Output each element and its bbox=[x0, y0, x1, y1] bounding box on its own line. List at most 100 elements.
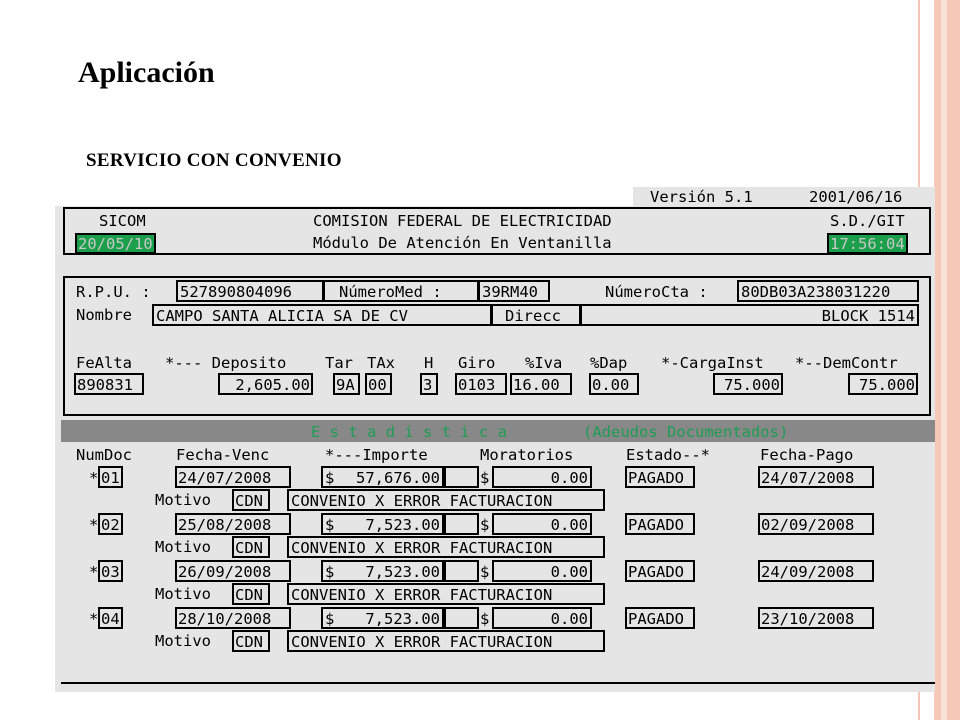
num-doc-field[interactable]: 03 bbox=[98, 560, 123, 582]
motivo-label: Motivo bbox=[155, 632, 211, 650]
motivo-code-field[interactable]: CDN bbox=[232, 489, 270, 511]
num-med-label: NúmeroMed : bbox=[323, 280, 479, 302]
estado-field[interactable]: PAGADO bbox=[625, 607, 695, 629]
currency-symbol: $ bbox=[325, 516, 335, 534]
col-estado: Estado--* bbox=[626, 446, 710, 464]
header-iva: %Iva bbox=[525, 354, 563, 372]
fecha-pago-field[interactable]: 23/10/2008 bbox=[758, 607, 874, 629]
importe-field[interactable]: 7,523.00 bbox=[321, 513, 444, 535]
deposito-field[interactable]: 2,605.00 bbox=[218, 373, 313, 395]
currency-symbol: $ bbox=[480, 563, 490, 581]
num-cta-field[interactable]: 80DB03A238031220 bbox=[737, 280, 919, 302]
header-fealta: FeAlta bbox=[76, 354, 132, 372]
col-fecha-pago: Fecha-Pago bbox=[760, 446, 854, 464]
currency-symbol: $ bbox=[480, 610, 490, 628]
importe-suffix-field[interactable] bbox=[444, 466, 479, 488]
num-doc-field[interactable]: 04 bbox=[98, 607, 123, 629]
dem-field[interactable]: 75.000 bbox=[848, 373, 918, 395]
rpu-field[interactable]: 527890804096 bbox=[176, 280, 324, 302]
fecha-venc-field[interactable]: 28/10/2008 bbox=[175, 607, 291, 629]
statistics-subtitle: (Adeudos Documentados) bbox=[583, 423, 789, 441]
header-tar: Tar bbox=[325, 354, 353, 372]
system-name: SICOM bbox=[99, 212, 146, 230]
fecha-pago-field[interactable]: 02/09/2008 bbox=[758, 513, 874, 535]
version-date: 2001/06/16 bbox=[809, 188, 903, 206]
statistics-title: E s t a d i s t i c a bbox=[311, 423, 507, 441]
currency-symbol: $ bbox=[480, 516, 490, 534]
num-med-field[interactable]: 39RM40 bbox=[478, 280, 550, 302]
importe-suffix-field[interactable] bbox=[444, 607, 479, 629]
header-dap: %Dap bbox=[590, 354, 628, 372]
rpu-label: R.P.U. : bbox=[76, 283, 151, 301]
row-star: * bbox=[89, 563, 99, 581]
motivo-code-field[interactable]: CDN bbox=[232, 583, 270, 605]
importe-field[interactable]: 7,523.00 bbox=[321, 560, 444, 582]
num-doc-field[interactable]: 01 bbox=[98, 466, 123, 488]
moratorios-field[interactable]: 0.00 bbox=[492, 513, 592, 535]
current-time: 17:56:04 bbox=[827, 233, 908, 254]
num-doc-field[interactable]: 02 bbox=[98, 513, 123, 535]
moratorios-field[interactable]: 0.00 bbox=[492, 466, 592, 488]
motivo-code-field[interactable]: CDN bbox=[232, 630, 270, 652]
fecha-venc-field[interactable]: 26/09/2008 bbox=[175, 560, 291, 582]
direcc-field[interactable]: BLOCK 1514 bbox=[580, 304, 919, 326]
motivo-text-field[interactable]: CONVENIO X ERROR FACTURACION bbox=[287, 583, 605, 605]
currency-symbol: $ bbox=[325, 563, 335, 581]
h-field[interactable]: 3 bbox=[420, 373, 438, 395]
importe-field[interactable]: 57,676.00 bbox=[321, 466, 444, 488]
fecha-pago-field[interactable]: 24/09/2008 bbox=[758, 560, 874, 582]
importe-suffix-field[interactable] bbox=[444, 513, 479, 535]
header-h: H bbox=[424, 354, 434, 372]
header-dem: *--DemContr bbox=[795, 354, 898, 372]
direcc-label: Direcc bbox=[491, 304, 581, 326]
slide-accent-band-highlight bbox=[941, 0, 947, 720]
estado-field[interactable]: PAGADO bbox=[625, 466, 695, 488]
company-name: COMISION FEDERAL DE ELECTRICIDAD bbox=[313, 212, 612, 230]
module-title: Módulo De Atención En Ventanilla bbox=[313, 234, 612, 252]
dap-field[interactable]: 0.00 bbox=[589, 373, 639, 395]
nombre-field[interactable]: CAMPO SANTA ALICIA SA DE CV bbox=[152, 304, 492, 326]
fecha-pago-field[interactable]: 24/07/2008 bbox=[758, 466, 874, 488]
importe-suffix-field[interactable] bbox=[444, 560, 479, 582]
estado-field[interactable]: PAGADO bbox=[625, 560, 695, 582]
importe-field[interactable]: 7,523.00 bbox=[321, 607, 444, 629]
col-importe: *---Importe bbox=[325, 446, 428, 464]
moratorios-field[interactable]: 0.00 bbox=[492, 607, 592, 629]
giro-field[interactable]: 0103 bbox=[455, 373, 507, 395]
motivo-label: Motivo bbox=[155, 538, 211, 556]
table-row: * 04 28/10/2008 7,523.00 $ $ 0.00 PAGADO… bbox=[55, 606, 935, 654]
fecha-venc-field[interactable]: 24/07/2008 bbox=[175, 466, 291, 488]
row-star: * bbox=[89, 610, 99, 628]
table-row: * 02 25/08/2008 7,523.00 $ $ 0.00 PAGADO… bbox=[55, 512, 935, 560]
col-fecha-venc: Fecha-Venc bbox=[176, 446, 270, 464]
table-bottom-border bbox=[61, 682, 935, 684]
header-giro: Giro bbox=[458, 354, 496, 372]
fealta-field[interactable]: 890831 bbox=[74, 373, 144, 395]
header-tax: TAx bbox=[367, 354, 395, 372]
motivo-code-field[interactable]: CDN bbox=[232, 536, 270, 558]
table-row: * 01 24/07/2008 57,676.00 $ $ 0.00 PAGAD… bbox=[55, 465, 935, 513]
motivo-text-field[interactable]: CONVENIO X ERROR FACTURACION bbox=[287, 630, 605, 652]
carga-field[interactable]: 75.000 bbox=[713, 373, 783, 395]
tax-field[interactable]: 00 bbox=[365, 373, 392, 395]
fecha-venc-field[interactable]: 25/08/2008 bbox=[175, 513, 291, 535]
tar-field[interactable]: 9A bbox=[333, 373, 360, 395]
motivo-text-field[interactable]: CONVENIO X ERROR FACTURACION bbox=[287, 536, 605, 558]
header-deposito: *--- Deposito bbox=[165, 354, 287, 372]
estado-field[interactable]: PAGADO bbox=[625, 513, 695, 535]
num-cta-label: NúmeroCta : bbox=[605, 283, 708, 301]
slide-subtitle: SERVICIO CON CONVENIO bbox=[86, 150, 342, 171]
header-carga: *-CargaInst bbox=[661, 354, 764, 372]
iva-field[interactable]: 16.00 bbox=[510, 373, 572, 395]
nombre-label: Nombre bbox=[76, 306, 132, 324]
motivo-label: Motivo bbox=[155, 491, 211, 509]
terminal-screen: Versión 5.1 2001/06/16 SICOM COMISION FE… bbox=[55, 187, 935, 692]
row-star: * bbox=[89, 516, 99, 534]
terminal-top-strip bbox=[55, 187, 633, 206]
moratorios-field[interactable]: 0.00 bbox=[492, 560, 592, 582]
col-moratorios: Moratorios bbox=[480, 446, 574, 464]
motivo-text-field[interactable]: CONVENIO X ERROR FACTURACION bbox=[287, 489, 605, 511]
row-star: * bbox=[89, 469, 99, 487]
col-numdoc: NumDoc bbox=[76, 446, 132, 464]
table-row: * 03 26/09/2008 7,523.00 $ $ 0.00 PAGADO… bbox=[55, 559, 935, 607]
